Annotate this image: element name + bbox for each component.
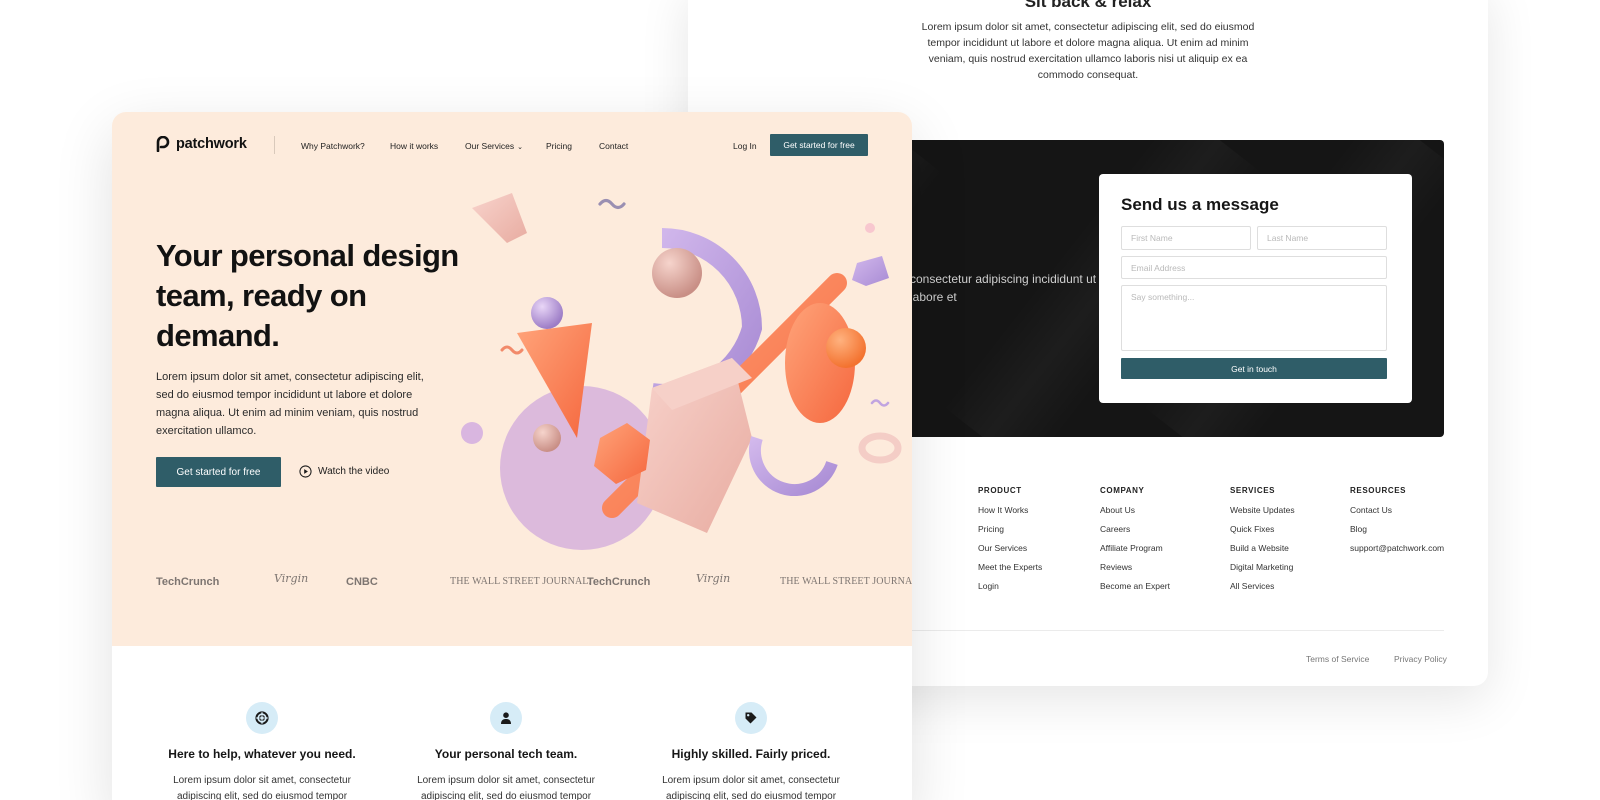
- feature-title: Your personal tech team.: [434, 747, 578, 761]
- footer-heading: RESOURCES: [1350, 486, 1407, 495]
- watch-video-label: Watch the video: [318, 466, 390, 477]
- patchwork-logo-icon: [156, 136, 170, 152]
- footer-heading: PRODUCT: [978, 486, 1022, 495]
- logo-text: patchwork: [176, 136, 247, 152]
- cnbc-logo: CNBC: [346, 576, 378, 588]
- hero-section: patchwork Why Patchwork? How it works Ou…: [112, 112, 912, 646]
- footer-link[interactable]: Pricing: [978, 524, 1042, 543]
- techcrunch-logo: TechCrunch: [156, 576, 220, 588]
- nav-our-services-label: Our Services: [465, 141, 515, 151]
- wsj-logo: THE WALL STREET JOURNAL.: [780, 576, 912, 587]
- footer-link[interactable]: Affiliate Program: [1100, 543, 1170, 562]
- first-name-field[interactable]: First Name: [1121, 226, 1251, 250]
- form-title: Send us a message: [1121, 195, 1279, 214]
- section-heading: Sit back & relax: [1024, 0, 1152, 11]
- footer-link[interactable]: About Us: [1100, 505, 1170, 524]
- footer-column-product: PRODUCT How It Works Pricing Our Service…: [978, 486, 1042, 600]
- watch-video-button[interactable]: Watch the video: [299, 465, 389, 478]
- section-paragraph: Lorem ipsum dolor sit amet, consectetur …: [921, 21, 1255, 81]
- nav-get-started-button[interactable]: Get started for free: [770, 134, 868, 156]
- email-field[interactable]: Email Address: [1121, 256, 1387, 279]
- lifebuoy-icon: [246, 702, 278, 734]
- last-name-field[interactable]: Last Name: [1257, 226, 1387, 250]
- footer-link[interactable]: Contact Us: [1350, 505, 1444, 524]
- footer-link[interactable]: Meet the Experts: [978, 562, 1042, 581]
- log-in-link[interactable]: Log In: [733, 141, 757, 151]
- footer-link[interactable]: Digital Marketing: [1230, 562, 1295, 581]
- footer-link[interactable]: Careers: [1100, 524, 1170, 543]
- hero-description: Lorem ipsum dolor sit amet, consectetur …: [156, 371, 424, 437]
- terms-of-service-link[interactable]: Terms of Service: [1306, 654, 1369, 664]
- feature-description: Lorem ipsum dolor sit amet, consectetur …: [173, 775, 351, 800]
- wsj-logo: THE WALL STREET JOURNAL.: [450, 576, 592, 587]
- front-page-card: patchwork Why Patchwork? How it works Ou…: [112, 112, 912, 800]
- feature-help: Here to help, whatever you need. Lorem i…: [152, 702, 372, 800]
- privacy-policy-link[interactable]: Privacy Policy: [1394, 654, 1447, 664]
- footer-column-services: SERVICES Website Updates Quick Fixes Bui…: [1230, 486, 1295, 600]
- feature-description: Lorem ipsum dolor sit amet, consectetur …: [662, 775, 840, 800]
- nav-how-it-works[interactable]: How it works: [390, 141, 438, 151]
- hero-get-started-button[interactable]: Get started for free: [156, 457, 281, 487]
- virgin-logo: Virgin: [696, 572, 731, 585]
- footer-link[interactable]: Blog: [1350, 524, 1444, 543]
- footer-link[interactable]: Website Updates: [1230, 505, 1295, 524]
- hero-3d-illustration: [461, 193, 902, 550]
- nav-contact[interactable]: Contact: [599, 141, 628, 151]
- footer-link[interactable]: Our Services: [978, 543, 1042, 562]
- get-in-touch-button[interactable]: Get in touch: [1121, 358, 1387, 379]
- contact-form: Send us a message First Name Last Name E…: [1099, 174, 1412, 403]
- footer-column-company: COMPANY About Us Careers Affiliate Progr…: [1100, 486, 1170, 600]
- footer-column-resources: RESOURCES Contact Us Blog support@patchw…: [1350, 486, 1444, 562]
- feature-pricing: Highly skilled. Fairly priced. Lorem ips…: [641, 702, 861, 800]
- hero-title: Your personal design team, ready on dema…: [156, 238, 459, 353]
- footer-link[interactable]: Build a Website: [1230, 543, 1295, 562]
- footer-link[interactable]: Quick Fixes: [1230, 524, 1295, 543]
- feature-title: Highly skilled. Fairly priced.: [671, 747, 831, 761]
- feature-tech-team: Your personal tech team. Lorem ipsum dol…: [396, 702, 616, 800]
- footer-link[interactable]: Reviews: [1100, 562, 1170, 581]
- chevron-down-icon: ⌄: [517, 144, 523, 151]
- logo[interactable]: patchwork: [156, 136, 247, 152]
- feature-description: Lorem ipsum dolor sit amet, consectetur …: [417, 775, 595, 800]
- footer-link[interactable]: support@patchwork.com: [1350, 543, 1444, 562]
- nav-our-services[interactable]: Our Services ⌄: [465, 141, 523, 151]
- footer-link[interactable]: All Services: [1230, 581, 1295, 600]
- nav-divider: [274, 136, 275, 154]
- play-circle-icon: [299, 465, 312, 478]
- footer-link[interactable]: Login: [978, 581, 1042, 600]
- footer-link[interactable]: How It Works: [978, 505, 1042, 524]
- press-logos: TechCrunch Virgin CNBC THE WALL STREET J…: [156, 568, 912, 598]
- person-icon: [490, 702, 522, 734]
- contact-section-text: consectetur adipiscing incididunt ut lab…: [910, 272, 1097, 304]
- techcrunch-logo: TechCrunch: [587, 576, 651, 588]
- footer-heading: SERVICES: [1230, 486, 1276, 495]
- footer-heading: COMPANY: [1100, 486, 1145, 495]
- nav-why-patchwork[interactable]: Why Patchwork?: [301, 141, 365, 151]
- footer-link[interactable]: Become an Expert: [1100, 581, 1170, 600]
- nav-pricing[interactable]: Pricing: [546, 141, 572, 151]
- virgin-logo: Virgin: [274, 572, 309, 585]
- price-tag-icon: [735, 702, 767, 734]
- footer-columns: PRODUCT How It Works Pricing Our Service…: [978, 486, 1458, 606]
- message-field[interactable]: Say something...: [1121, 285, 1387, 351]
- feature-title: Here to help, whatever you need.: [168, 747, 356, 761]
